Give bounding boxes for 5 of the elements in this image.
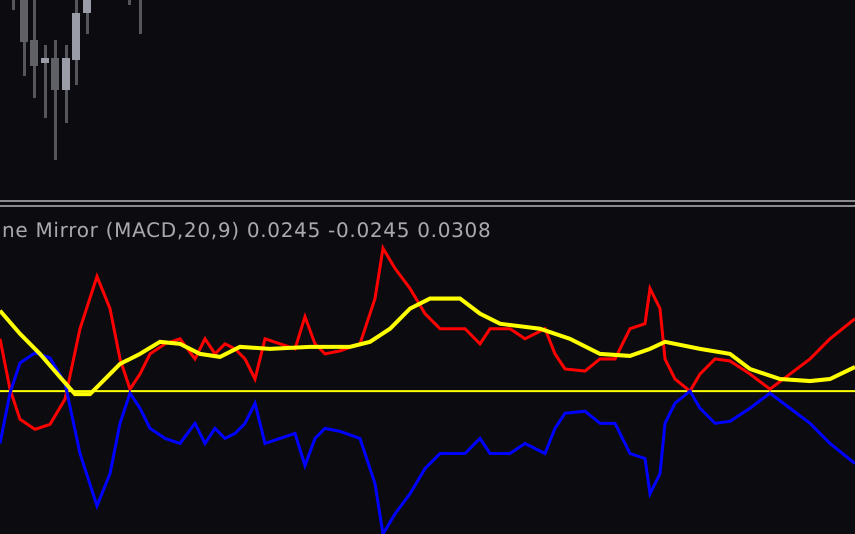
indicator-label: ne Mirror (MACD,20,9) 0.0245 -0.0245 0.0308 bbox=[2, 218, 492, 242]
candle bbox=[139, 0, 142, 34]
candle bbox=[12, 0, 15, 10]
candle bbox=[128, 0, 131, 5]
candle bbox=[83, 0, 91, 34]
